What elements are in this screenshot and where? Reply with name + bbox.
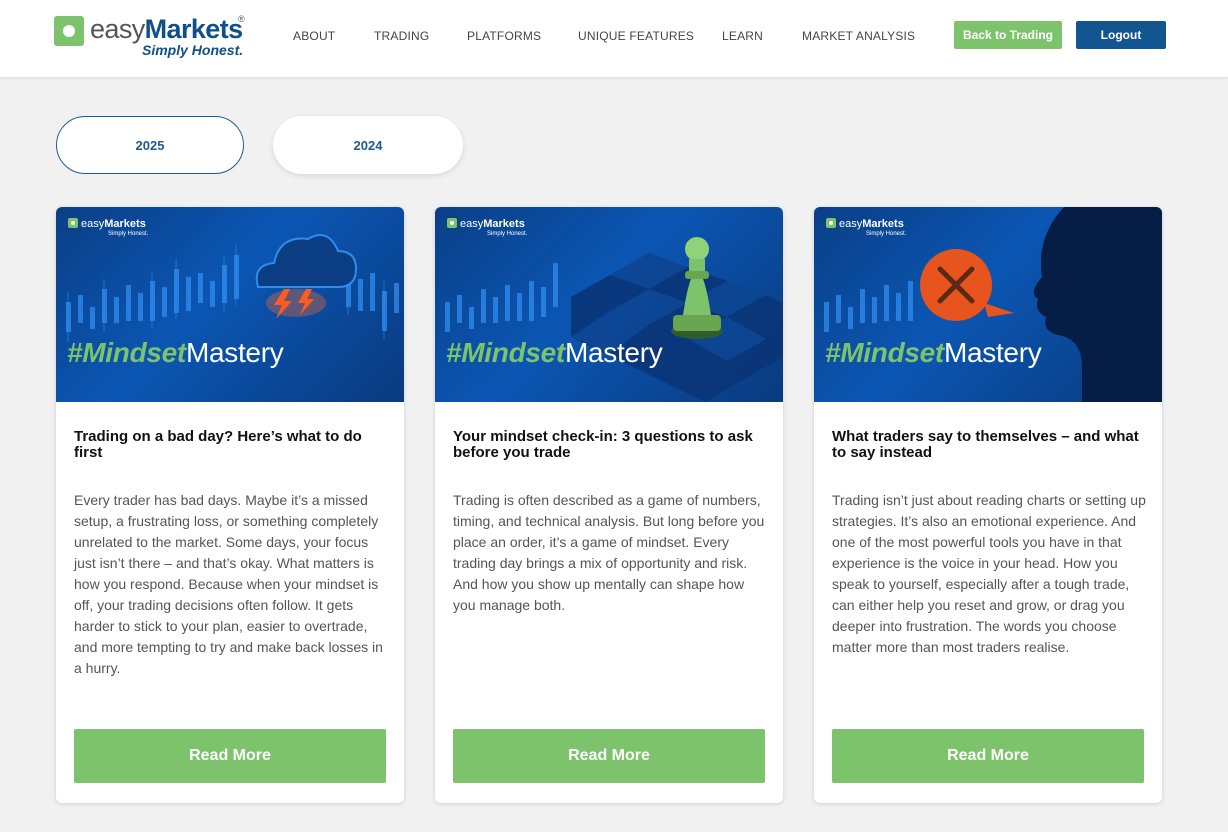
image-logo-tagline: Simply Honest. [487,231,528,237]
back-to-trading-button[interactable]: Back to Trading [954,21,1062,49]
nav-platforms[interactable]: PLATFORMS [467,29,541,43]
year-tab-2025[interactable]: 2025 [56,116,244,174]
card-title[interactable]: Your mindset check-in: 3 questions to as… [453,429,765,461]
image-logo-tagline: Simply Honest. [866,231,907,237]
head-silhouette [1033,207,1162,402]
storm-cloud-icon [255,234,358,319]
logo-mark-icon [54,16,84,46]
nav-trading[interactable]: TRADING [374,29,429,43]
card-image[interactable]: easyMarkets Simply Honest. #MindsetMaste… [814,207,1162,402]
nav-market-analysis[interactable]: MARKET ANALYSIS [802,29,915,43]
logo-wordmark: easyMarkets [90,14,243,44]
logo-tagline: Simply Honest. [142,42,244,58]
article-card-3: easyMarkets Simply Honest. #MindsetMaste… [814,207,1162,803]
card-image[interactable]: easyMarkets Simply Honest. #MindsetMaste… [435,207,783,402]
card-excerpt: Trading is often described as a game of … [453,492,765,613]
read-more-button[interactable]: Read More [74,729,386,783]
nav-unique-features[interactable]: UNIQUE FEATURES [578,29,694,43]
read-more-button[interactable]: Read More [832,729,1144,783]
nav-about[interactable]: ABOUT [293,29,335,43]
speech-bubble-x-icon [920,249,1014,321]
card-title[interactable]: Trading on a bad day? Here’s what to do … [74,429,386,461]
card-excerpt: Trading isn’t just about reading charts … [832,492,1146,655]
card-excerpt: Every trader has bad days. Maybe it’s a … [74,492,383,676]
easymarkets-logo[interactable]: easyMarkets ® Simply Honest. [54,14,254,60]
image-logo: easyMarkets [68,218,146,230]
nav-learn[interactable]: LEARN [722,29,763,43]
logout-button[interactable]: Logout [1076,21,1166,49]
card-title[interactable]: What traders say to themselves – and wha… [832,429,1144,461]
image-headline: #MindsetMastery [67,337,284,368]
image-logo-tagline: Simply Honest. [108,231,149,237]
image-headline: #MindsetMastery [825,337,1042,368]
image-headline: #MindsetMastery [446,337,663,368]
image-logo: easyMarkets [447,218,525,230]
year-tab-2024[interactable]: 2024 [273,116,463,174]
site-header: easyMarkets ® Simply Honest. ABOUT TRADI… [0,0,1228,77]
logo-registered-mark: ® [238,14,245,24]
image-logo: easyMarkets [826,218,904,230]
article-card-2: easyMarkets Simply Honest. #MindsetMaste… [435,207,783,803]
article-card-1: easyMarkets Simply Honest. #MindsetMaste… [56,207,404,803]
read-more-button[interactable]: Read More [453,729,765,783]
card-image[interactable]: easyMarkets Simply Honest. #MindsetMaste… [56,207,404,402]
